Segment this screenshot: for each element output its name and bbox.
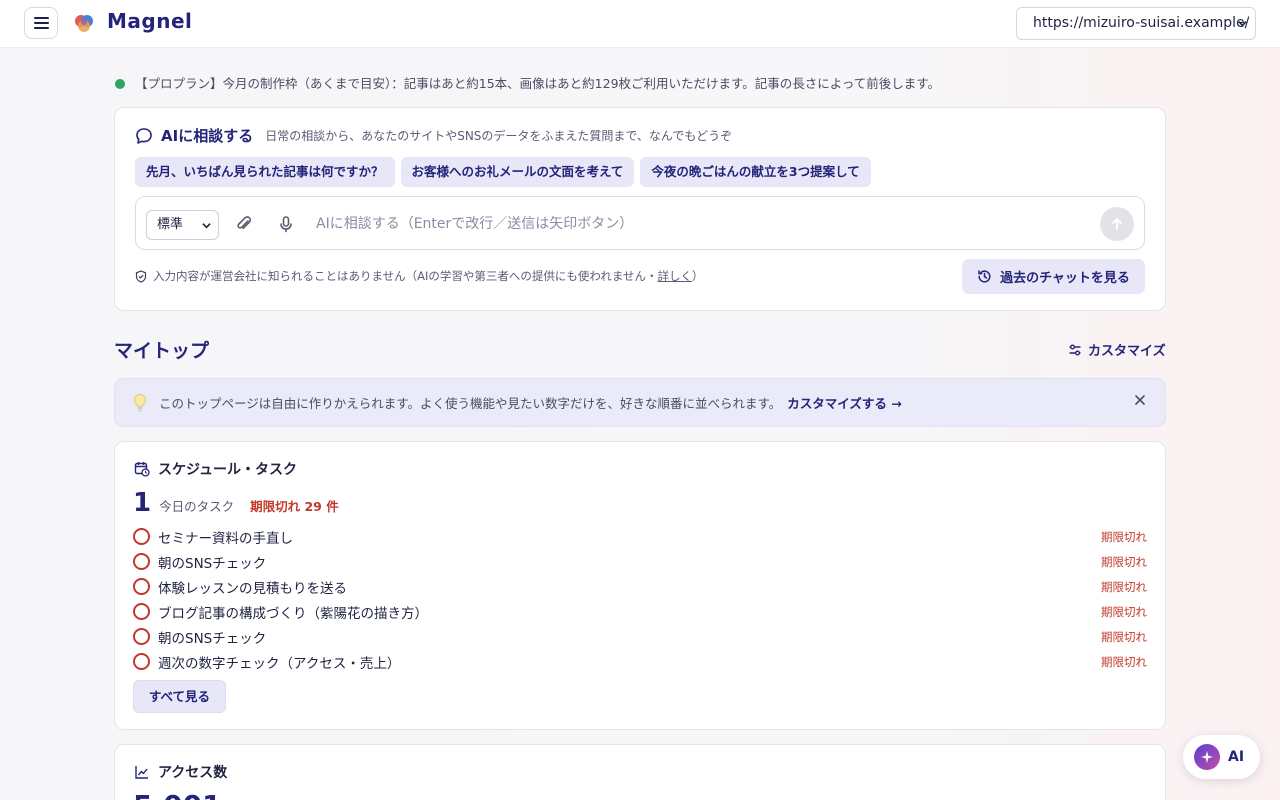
access-count-card: アクセス数 5,001: [114, 744, 1166, 800]
mytop-title: マイトップ: [114, 340, 210, 362]
ai-consult-subtitle: 日常の相談から、あなたのサイトやSNSのデータをふまえた質問まで、なんでもどうぞ: [265, 129, 733, 143]
hamburger-menu-button[interactable]: [24, 7, 58, 39]
menu-icon-line: [33, 22, 49, 24]
privacy-close: ）: [692, 269, 704, 283]
task-name: ブログ記事の構成づくり（紫陽花の描き方）: [158, 605, 428, 622]
status-dot-icon: [115, 79, 125, 89]
task-checkbox[interactable]: [133, 578, 150, 595]
tip-customize-link[interactable]: カスタマイズする →: [787, 396, 901, 411]
customize-label: カスタマイズ: [1088, 344, 1166, 359]
plan-notice: 【プロプラン】今月の制作枠（あくまで目安）：記事はあと約15本、画像はあと約12…: [115, 73, 940, 92]
calendar-clock-icon: [134, 462, 150, 477]
ai-consult-header: AIに相談する 日常の相談から、あなたのサイトやSNSのデータをふまえた質問まで…: [135, 125, 732, 146]
schedule-card-header: スケジュール・タスク: [134, 459, 297, 479]
send-button[interactable]: [1100, 207, 1134, 241]
privacy-note: 入力内容が運営会社に知られることはありません（AIの学習や第三者への提供にも使わ…: [135, 268, 704, 284]
lightbulb-icon: [133, 393, 147, 412]
task-checkbox[interactable]: [133, 528, 150, 545]
suggestion-chip[interactable]: お客様へのお礼メールの文面を考えて: [400, 157, 635, 187]
arrow-up-icon: [1112, 218, 1122, 230]
schedule-task-card: スケジュール・タスク 1 今日のタスク 期限切れ 29 件 セミナー資料の手直し…: [114, 441, 1166, 730]
ai-consult-title: AIに相談する: [161, 127, 254, 145]
sparkle-icon: [1194, 744, 1220, 770]
task-row[interactable]: 体験レッスンの見積もりを送る 期限切れ: [133, 574, 1149, 599]
tip-body: このトップページは自由に作りかえられます。よく使う機能や見たい数字だけを、好きな…: [159, 396, 782, 411]
task-row[interactable]: セミナー資料の手直し 期限切れ: [133, 524, 1149, 549]
privacy-details-link[interactable]: 詳しく: [658, 269, 693, 283]
privacy-text: 入力内容が運営会社に知られることはありません（AIの学習や第三者への提供にも使わ…: [153, 269, 658, 283]
plan-notice-text: 【プロプラン】今月の制作枠（あくまで目安）：記事はあと約15本、画像はあと約12…: [135, 76, 941, 91]
task-status: 期限切れ: [1101, 554, 1147, 569]
task-checkbox[interactable]: [133, 553, 150, 570]
paperclip-icon[interactable]: [234, 214, 254, 234]
task-row[interactable]: 週次の数字チェック（アクセス・売上） 期限切れ: [133, 649, 1149, 674]
task-name: 朝のSNSチェック: [158, 630, 267, 647]
customize-button[interactable]: カスタマイズ: [1068, 340, 1166, 359]
chat-history-label: 過去のチャットを見る: [1000, 271, 1130, 286]
top-bar: Magnel https://mizuiro-suisai.example/: [0, 0, 1280, 48]
chat-history-button[interactable]: 過去のチャットを見る: [962, 259, 1145, 294]
suggestion-chips: 先月、いちばん見られた記事は何ですか？ お客様へのお礼メールの文面を考えて 今夜…: [135, 157, 871, 187]
today-task-count: 1: [133, 488, 152, 518]
menu-icon-line: [33, 17, 49, 19]
task-row[interactable]: 朝のSNSチェック 期限切れ: [133, 549, 1149, 574]
task-checkbox[interactable]: [133, 603, 150, 620]
history-clock-icon: [978, 270, 991, 283]
access-card-header: アクセス数: [134, 762, 227, 782]
task-name: セミナー資料の手直し: [158, 530, 293, 547]
ai-input-box: 標準: [135, 196, 1145, 250]
task-name: 体験レッスンの見積もりを送る: [158, 580, 347, 597]
task-row[interactable]: 朝のSNSチェック 期限切れ: [133, 624, 1149, 649]
task-status: 期限切れ: [1101, 604, 1147, 619]
site-selector[interactable]: https://mizuiro-suisai.example/: [1016, 7, 1256, 40]
ai-chat-input[interactable]: [316, 210, 1086, 238]
access-card-title: アクセス数: [158, 765, 228, 781]
close-icon[interactable]: [1133, 393, 1147, 407]
ai-fab-label: AI: [1228, 749, 1245, 765]
suggestion-chip[interactable]: 先月、いちばん見られた記事は何ですか？: [135, 157, 395, 187]
sliders-icon: [1069, 344, 1081, 355]
site-url: https://mizuiro-suisai.example/: [1033, 15, 1250, 31]
task-status: 期限切れ: [1101, 529, 1147, 544]
see-all-button[interactable]: すべて見る: [133, 680, 226, 713]
task-checkbox[interactable]: [133, 628, 150, 645]
task-list: セミナー資料の手直し 期限切れ 朝のSNSチェック 期限切れ 体験レッスンの見積…: [133, 524, 1149, 674]
ai-assistant-fab[interactable]: AI: [1183, 735, 1260, 779]
chat-bubble-icon: [136, 127, 152, 144]
task-name: 週次の数字チェック（アクセス・売上）: [158, 655, 401, 672]
task-status: 期限切れ: [1101, 579, 1147, 594]
customize-tip-banner: このトップページは自由に作りかえられます。よく使う機能や見たい数字だけを、好きな…: [114, 378, 1166, 427]
task-row[interactable]: ブログ記事の構成づくり（紫陽花の描き方） 期限切れ: [133, 599, 1149, 624]
menu-icon-line: [33, 27, 49, 29]
line-chart-icon: [135, 766, 148, 779]
chevron-down-icon: [1238, 21, 1247, 27]
suggestion-chip[interactable]: 今夜の晩ごはんの献立を3つ提案して: [640, 157, 871, 187]
schedule-card-title: スケジュール・タスク: [158, 462, 298, 478]
task-status: 期限切れ: [1101, 629, 1147, 644]
tip-text: このトップページは自由に作りかえられます。よく使う機能や見たい数字だけを、好きな…: [159, 393, 902, 412]
microphone-icon[interactable]: [276, 214, 296, 234]
mode-select-value: 標準: [157, 217, 184, 232]
task-checkbox[interactable]: [133, 653, 150, 670]
shield-check-icon: [135, 269, 147, 283]
brand-name[interactable]: Magnel: [107, 9, 192, 33]
chevron-down-icon: [202, 223, 211, 229]
overdue-count[interactable]: 期限切れ 29 件: [250, 496, 339, 515]
ai-consult-card: AIに相談する 日常の相談から、あなたのサイトやSNSのデータをふまえた質問まで…: [114, 107, 1166, 311]
task-name: 朝のSNSチェック: [158, 555, 267, 572]
today-task-label: 今日のタスク: [159, 499, 235, 514]
task-count-row: 1 今日のタスク 期限切れ 29 件: [133, 488, 339, 518]
brain-logo-icon: [75, 15, 93, 32]
mode-select[interactable]: 標準: [146, 210, 219, 240]
access-count-value: 5,001: [133, 789, 222, 800]
task-status: 期限切れ: [1101, 654, 1147, 669]
